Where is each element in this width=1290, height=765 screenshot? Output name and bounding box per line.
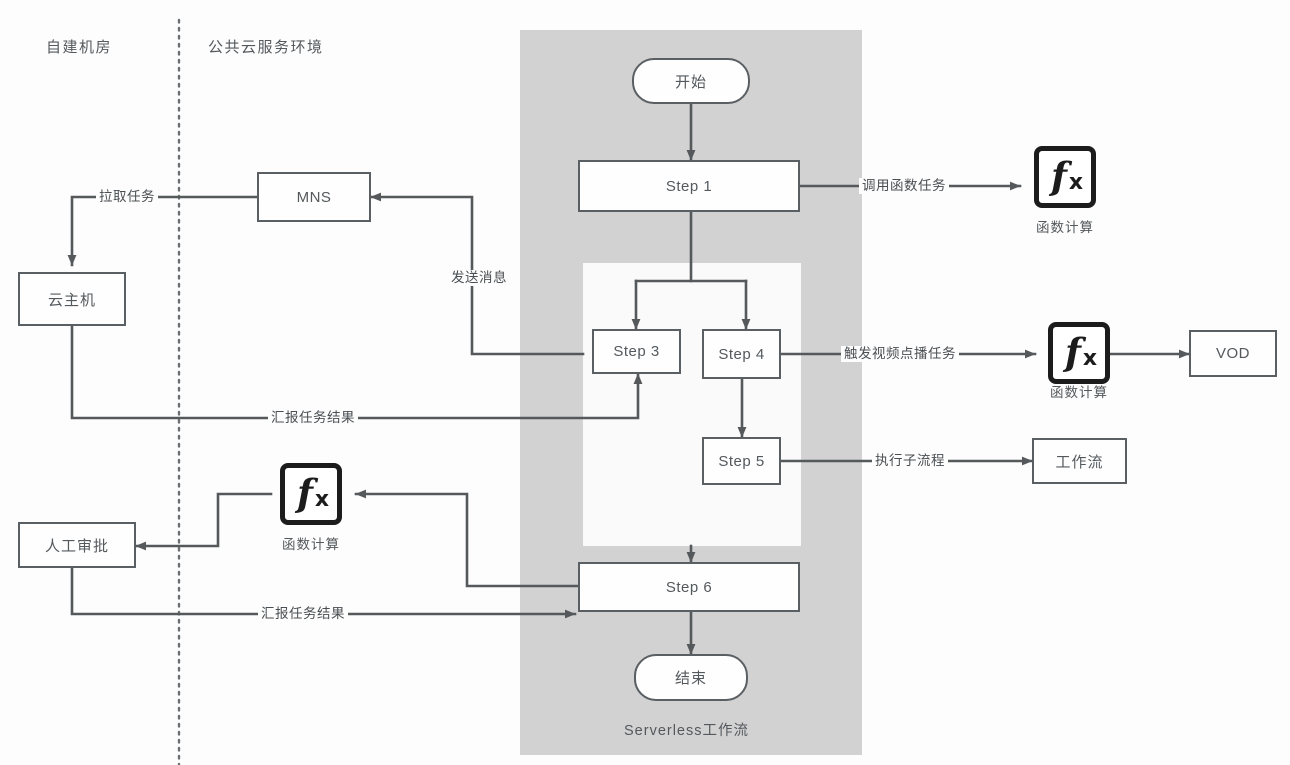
node-start[interactable]: 开始 [632,58,750,104]
edge-report-mid [70,324,643,420]
edge-label-report-bottom: 汇报任务结果 [258,606,348,622]
svg-text:x: x [1083,346,1097,371]
node-end[interactable]: 结束 [634,654,748,701]
edge-label-report-mid: 汇报任务结果 [268,410,358,426]
edge-label-trigger-vod: 触发视频点播任务 [841,346,959,362]
function-compute-icon[interactable]: f x [1034,146,1096,208]
region-label-onprem: 自建机房 [46,39,113,56]
svg-text:x: x [315,487,329,512]
node-step3[interactable]: Step 3 [592,329,681,374]
serverless-band-caption: Serverless工作流 [624,723,749,739]
node-mns[interactable]: MNS [257,172,371,222]
node-manual-approval[interactable]: 人工审批 [18,522,136,568]
edge-label-pull-task: 拉取任务 [96,189,158,205]
node-step6[interactable]: Step 6 [578,562,800,612]
edge-step6-to-fc [354,489,585,588]
node-workflow[interactable]: 工作流 [1032,438,1127,484]
svg-text:x: x [1069,170,1083,195]
function-compute-icon[interactable]: f x [280,463,342,525]
node-vod[interactable]: VOD [1189,330,1277,377]
function-compute-icon[interactable]: f x [1048,322,1110,384]
node-cloud-host[interactable]: 云主机 [18,272,126,326]
edge-pull-task [67,195,259,267]
edge-label-exec-subflow: 执行子流程 [872,453,948,469]
node-step4[interactable]: Step 4 [702,329,781,379]
function-compute-caption: 函数计算 [1036,220,1094,235]
node-step1[interactable]: Step 1 [578,160,800,212]
node-step5[interactable]: Step 5 [702,437,781,485]
function-compute-caption: 函数计算 [282,537,340,552]
function-compute-caption: 函数计算 [1050,385,1108,400]
edge-label-send-message: 发送消息 [448,270,510,286]
diagram-canvas: 自建机房 公共云服务环境 MNS 云主机 人工审批 开始 Step 1 Step… [0,0,1290,765]
region-label-cloud: 公共云服务环境 [208,39,324,56]
edge-label-invoke-function: 调用函数任务 [859,178,949,194]
